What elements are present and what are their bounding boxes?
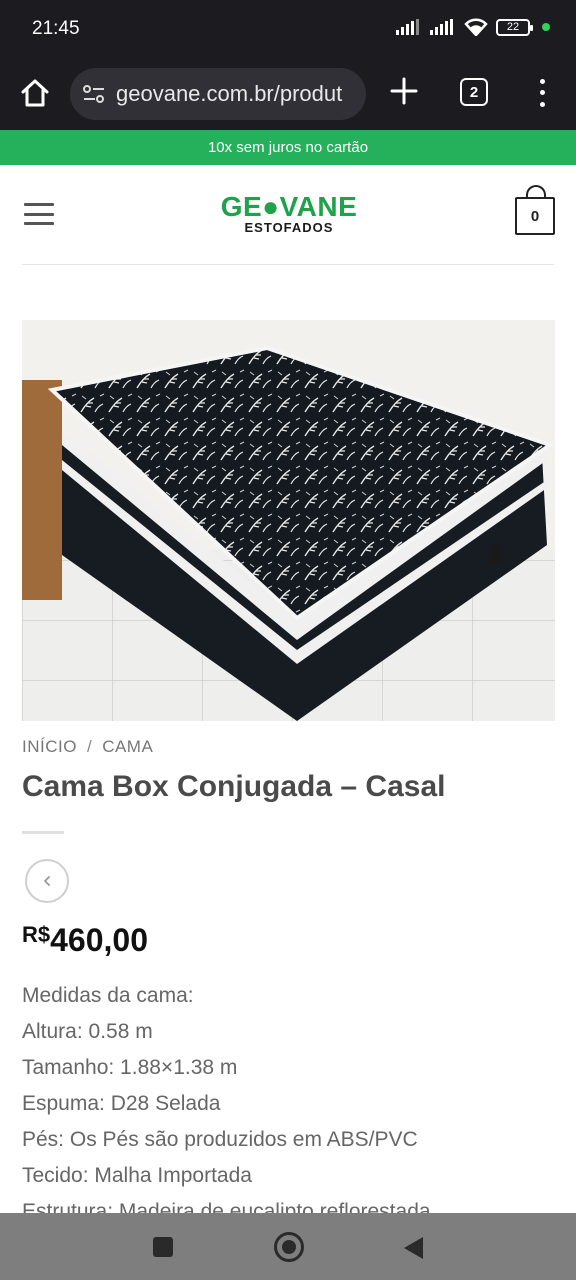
system-nav-bar <box>0 1213 576 1280</box>
chevron-left-icon <box>44 876 50 886</box>
status-time: 21:45 <box>32 18 80 39</box>
spec-line: Espuma: D28 Selada <box>22 1092 221 1115</box>
spec-line: Tecido: Malha Importada <box>22 1164 252 1187</box>
promo-banner: 10x sem juros no cartão <box>0 130 576 165</box>
price-currency: R$ <box>22 922 51 947</box>
home-nav-icon[interactable] <box>274 1232 304 1262</box>
url-text: geovane.com.br/produt <box>116 81 343 106</box>
spec-line: Altura: 0.58 m <box>22 1020 153 1043</box>
hamburger-menu-icon[interactable] <box>24 203 54 225</box>
recents-icon[interactable] <box>153 1237 173 1257</box>
status-bar: 21:45 22 <box>0 0 576 60</box>
site-header: GE●VANE ESTOFADOS 0 <box>0 165 576 265</box>
spec-line: Medidas da cama: <box>22 984 194 1007</box>
bed-illustration <box>22 320 555 721</box>
product-image[interactable] <box>22 320 555 721</box>
signal-icon-2 <box>430 19 453 35</box>
overflow-menu-icon[interactable] <box>530 76 554 110</box>
home-icon[interactable] <box>18 76 52 110</box>
header-divider <box>22 264 554 265</box>
spec-line: Pés: Os Pés são produzidos em ABS/PVC <box>22 1128 418 1151</box>
tab-switcher-button[interactable]: 2 <box>460 78 488 106</box>
site-logo[interactable]: GE●VANE ESTOFADOS <box>216 193 362 237</box>
browser-toolbar: geovane.com.br/produt 2 <box>0 60 576 130</box>
previous-product-button[interactable] <box>25 859 69 903</box>
back-icon[interactable] <box>404 1237 423 1259</box>
product-title: Cama Box Conjugada – Casal <box>22 770 446 803</box>
signal-icon <box>396 19 419 35</box>
title-divider <box>22 831 64 834</box>
spec-line: Tamanho: 1.88×1.38 m <box>22 1056 238 1079</box>
product-description: Medidas da cama: Altura: 0.58 m Tamanho:… <box>22 983 562 1235</box>
status-icons: 22 <box>396 18 550 36</box>
wifi-icon <box>464 18 488 36</box>
logo-wordmark: GE●VANE <box>220 191 358 222</box>
price-amount: 460,00 <box>50 922 148 958</box>
battery-icon: 22 <box>496 18 533 36</box>
privacy-dot <box>542 23 550 31</box>
breadcrumb-separator: / <box>86 737 93 756</box>
address-bar[interactable]: geovane.com.br/produt <box>70 68 366 120</box>
site-settings-icon[interactable] <box>82 83 106 105</box>
breadcrumb: INÍCIO / CAMA <box>22 737 153 757</box>
breadcrumb-category[interactable]: CAMA <box>102 737 153 757</box>
product-price: R$460,00 <box>22 922 148 959</box>
new-tab-icon[interactable] <box>389 76 419 106</box>
cart-icon[interactable]: 0 <box>515 185 555 235</box>
logo-tagline: ESTOFADOS <box>244 220 334 235</box>
breadcrumb-home[interactable]: INÍCIO <box>22 737 77 757</box>
